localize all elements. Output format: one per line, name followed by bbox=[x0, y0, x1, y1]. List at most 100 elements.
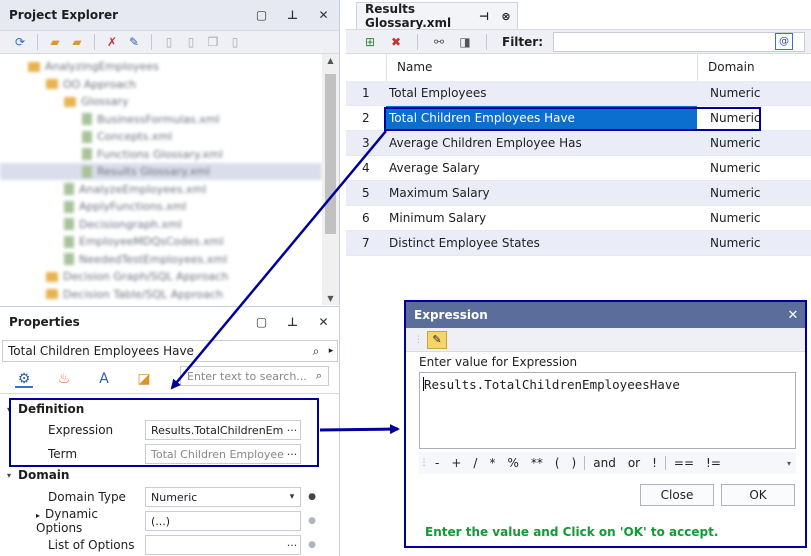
bookmark-tab-icon[interactable]: ◪ bbox=[135, 370, 153, 388]
wand-icon[interactable]: ✎ bbox=[427, 330, 447, 349]
table-row[interactable]: 4 Average Salary Numeric bbox=[346, 156, 811, 181]
add-row-icon[interactable]: ⊞ bbox=[362, 34, 378, 50]
domain-type-select[interactable]: Numeric ▾ bbox=[145, 487, 301, 507]
search-icon[interactable]: ⌕ bbox=[307, 344, 325, 359]
chevron-right-icon[interactable]: ▸ bbox=[325, 346, 337, 356]
operator-button[interactable]: ( bbox=[549, 456, 566, 470]
property-row-dynamic-options: ▸ Dynamic Options (...) ● bbox=[0, 507, 330, 535]
close-button[interactable]: Close bbox=[640, 484, 714, 506]
tree-item-label: Concepts.xml bbox=[97, 130, 173, 143]
properties-tab-icon[interactable]: ⚙ bbox=[15, 370, 33, 388]
tree-scrollbar[interactable]: ▲ ▼ bbox=[322, 54, 339, 305]
dock-icon[interactable]: ▢ bbox=[246, 8, 277, 22]
row-domain: Numeric bbox=[710, 236, 761, 250]
name-column-header[interactable]: Name bbox=[386, 54, 697, 81]
pin-icon[interactable]: ⊣ bbox=[473, 10, 495, 23]
overflow-chevron-icon[interactable]: ▾ bbox=[782, 459, 796, 468]
operator-button[interactable]: ! bbox=[646, 456, 663, 470]
document-tab[interactable]: Results Glossary.xml ⊣ ⊗ bbox=[356, 2, 518, 30]
ellipsis-button[interactable]: ··· bbox=[284, 539, 300, 552]
property-search-input[interactable]: Enter text to search... ⌕ bbox=[180, 366, 329, 386]
operator-button[interactable]: ) bbox=[566, 456, 583, 470]
format-tab-icon[interactable]: A bbox=[95, 370, 113, 388]
remove-file-icon[interactable]: ▯ bbox=[227, 34, 243, 50]
expression-label: Enter value for Expression bbox=[419, 355, 578, 369]
ok-button[interactable]: OK bbox=[721, 484, 795, 506]
expand-icon[interactable]: ▸ bbox=[36, 511, 40, 520]
add-folder-icon[interactable]: ▰ bbox=[69, 34, 85, 50]
toolbar-separator bbox=[584, 456, 586, 470]
pin-icon[interactable]: ⊥ bbox=[277, 315, 308, 329]
operator-button[interactable]: and bbox=[587, 456, 622, 470]
tree-item[interactable]: ApplyFunctions.xml bbox=[0, 198, 322, 215]
table-row[interactable]: 5 Maximum Salary Numeric bbox=[346, 181, 811, 206]
list-of-options-field[interactable]: ··· bbox=[145, 535, 301, 555]
grid-header: Name Domain bbox=[346, 54, 811, 81]
property-name: List of Options bbox=[48, 538, 135, 552]
row-name: Minimum Salary bbox=[389, 211, 487, 225]
tree-item[interactable]: OO Approach bbox=[0, 76, 322, 93]
row-domain: Numeric bbox=[710, 136, 761, 150]
new-document-icon[interactable]: ▯ bbox=[183, 34, 199, 50]
dock-icon[interactable]: ▢ bbox=[246, 315, 277, 329]
operator-button[interactable]: == bbox=[668, 456, 700, 470]
filter-input[interactable] bbox=[553, 31, 806, 52]
link-icon[interactable]: ⚯ bbox=[431, 34, 447, 50]
operator-button[interactable]: + bbox=[445, 456, 467, 470]
at-sign-icon[interactable]: @ bbox=[775, 33, 793, 50]
tree-item[interactable]: NeededTestEmployees.xml bbox=[0, 251, 322, 268]
operator-button[interactable]: ** bbox=[525, 456, 549, 470]
tree-item[interactable]: Concepts.xml bbox=[0, 128, 322, 145]
tree-item[interactable]: AnalyzeEmployees.xml bbox=[0, 181, 322, 198]
operator-button[interactable]: - bbox=[429, 456, 445, 470]
dynamic-options-field[interactable]: (...) bbox=[145, 511, 301, 531]
tree-item[interactable]: Decision Graph/SQL Approach bbox=[0, 268, 322, 285]
tree-item[interactable]: Decisiongraph.xml bbox=[0, 216, 322, 233]
scrollbar-thumb[interactable] bbox=[325, 74, 336, 234]
close-icon[interactable]: ✕ bbox=[781, 308, 805, 323]
close-icon[interactable]: ✕ bbox=[308, 315, 339, 329]
property-name: ▸ Dynamic Options bbox=[0, 507, 145, 535]
operator-button[interactable]: != bbox=[700, 456, 727, 470]
folder-icon bbox=[46, 289, 58, 299]
table-row[interactable]: 1 Total Employees Numeric bbox=[346, 81, 811, 106]
tree-item[interactable]: BusinessFormulas.xml bbox=[0, 111, 322, 128]
tree-item[interactable]: EmployeeMDQsCodes.xml bbox=[0, 233, 322, 250]
collapse-icon[interactable]: ▾ bbox=[0, 471, 18, 480]
chevron-down-icon[interactable]: ▾ bbox=[284, 492, 300, 502]
search-icon[interactable]: ⌕ bbox=[310, 369, 328, 383]
tree-item[interactable]: AnalyzingEmployees bbox=[0, 58, 322, 75]
edit-icon[interactable]: ✎ bbox=[126, 34, 142, 50]
tree-item[interactable]: Functions Glossary.xml bbox=[0, 146, 322, 163]
pin-icon[interactable]: ⊥ bbox=[277, 8, 308, 22]
table-row[interactable]: 6 Minimum Salary Numeric bbox=[346, 206, 811, 231]
operator-button[interactable]: / bbox=[467, 456, 483, 470]
events-tab-icon[interactable]: ♨ bbox=[55, 370, 73, 388]
scroll-up-icon[interactable]: ▲ bbox=[322, 56, 339, 65]
table-row[interactable]: 7 Distinct Employee States Numeric bbox=[346, 231, 811, 256]
domain-column-header[interactable]: Domain bbox=[697, 54, 811, 81]
new-folder-icon[interactable]: ▰ bbox=[47, 34, 63, 50]
copy-icon[interactable]: ❐ bbox=[205, 34, 221, 50]
close-icon[interactable]: ✕ bbox=[308, 8, 339, 22]
scroll-down-icon[interactable]: ▼ bbox=[322, 294, 339, 303]
operator-button[interactable]: % bbox=[501, 456, 524, 470]
project-tree[interactable]: AnalyzingEmployees OO Approach Glossary Bus… bbox=[0, 54, 322, 305]
delete-row-icon[interactable]: ✖ bbox=[388, 34, 404, 50]
export-icon[interactable]: ◨ bbox=[457, 34, 473, 50]
new-file-icon[interactable]: ▯ bbox=[161, 34, 177, 50]
category-domain[interactable]: ▾ Domain bbox=[0, 465, 69, 485]
delete-icon[interactable]: ✗ bbox=[104, 34, 120, 50]
operator-button[interactable]: * bbox=[483, 456, 501, 470]
expression-textarea[interactable]: Results.TotalChildrenEmployeesHave bbox=[419, 372, 796, 449]
object-selector[interactable]: Total Children Employees Have ⌕ ▸ bbox=[2, 340, 338, 362]
operator-button[interactable]: or bbox=[622, 456, 646, 470]
tree-item[interactable]: Results Glossary.xml bbox=[0, 163, 322, 180]
tree-item[interactable]: Decision Table/SQL Approach bbox=[0, 286, 322, 303]
tree-item-label: ApplyFunctions.xml bbox=[79, 200, 187, 213]
close-tab-icon[interactable]: ⊗ bbox=[495, 10, 517, 23]
project-explorer-title: Project Explorer bbox=[9, 8, 119, 22]
tree-item[interactable]: Glossary bbox=[0, 93, 322, 110]
table-row[interactable]: 3 Average Children Employee Has Numeric bbox=[346, 131, 811, 156]
refresh-icon[interactable]: ⟳ bbox=[12, 34, 28, 50]
